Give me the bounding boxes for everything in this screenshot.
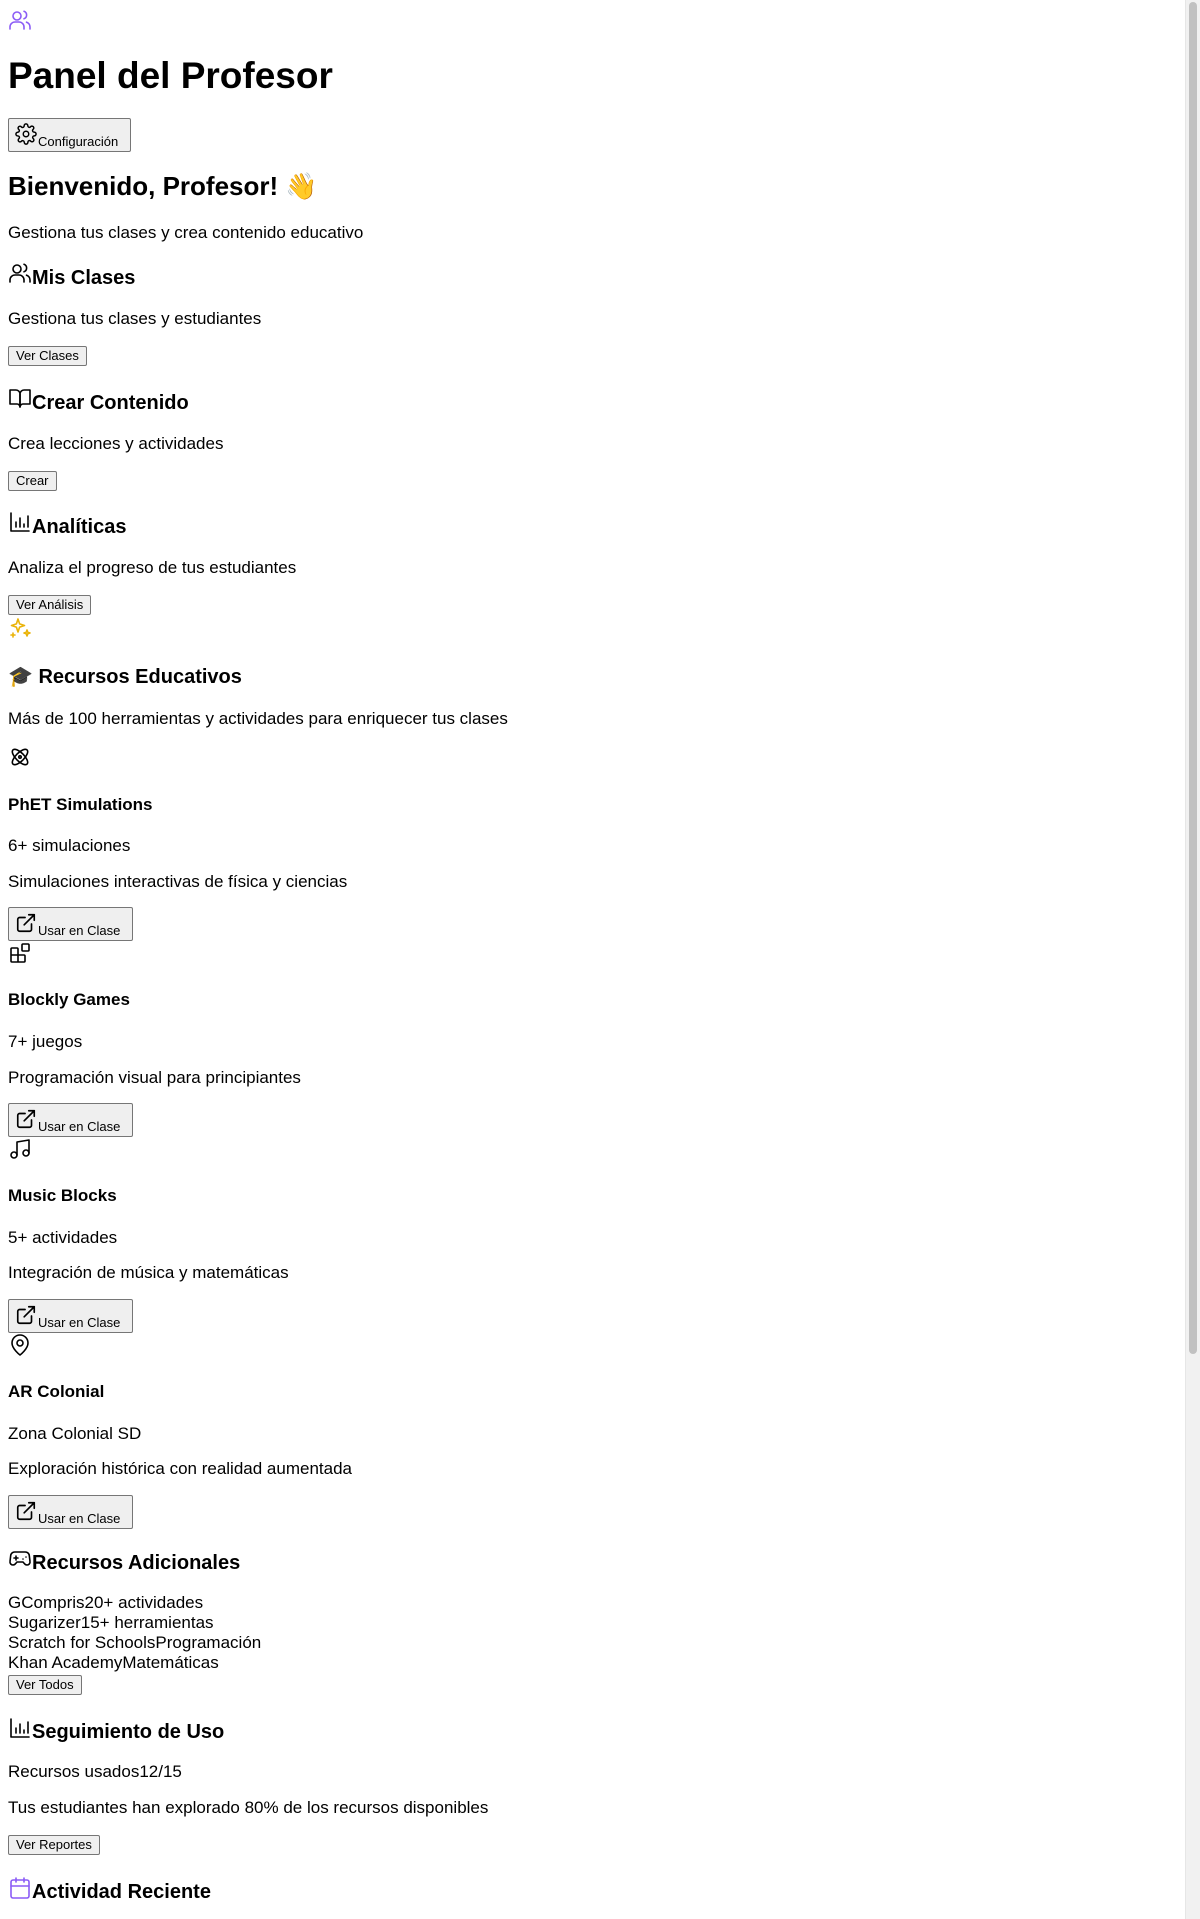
card-title-analytics: Analíticas xyxy=(32,516,127,538)
usage-label: Recursos usados xyxy=(8,1762,140,1781)
card-description-content: Crea lecciones y actividades xyxy=(8,434,224,453)
additional-detail: 15+ herramientas xyxy=(80,1613,214,1632)
list-item: Sugarizer15+ herramientas xyxy=(8,1613,261,1633)
external-link-icon xyxy=(15,1304,37,1326)
resources-subtitle: Más de 100 herramientas y actividades pa… xyxy=(8,709,508,728)
create-button[interactable]: Crear xyxy=(8,471,57,491)
scrollbar-thumb[interactable] xyxy=(1189,2,1197,1354)
additional-detail: 20+ actividades xyxy=(84,1593,204,1612)
card-title-content: Crear Contenido xyxy=(32,392,189,414)
calendar-icon xyxy=(8,1876,32,1900)
external-link-icon xyxy=(15,1500,37,1522)
additional-name: GCompris xyxy=(8,1593,85,1612)
recent-title: Actividad Reciente xyxy=(32,1881,211,1903)
use-in-class-button-music[interactable]: Usar en Clase xyxy=(8,1299,133,1333)
book-open-icon xyxy=(8,386,32,410)
settings-button[interactable]: Configuración xyxy=(8,118,131,152)
map-pin-icon xyxy=(8,1333,32,1357)
view-classes-button[interactable]: Ver Clases xyxy=(8,346,87,366)
card-title-classes: Mis Clases xyxy=(32,267,136,289)
use-in-class-button-phet[interactable]: Usar en Clase xyxy=(8,907,133,941)
view-reports-button[interactable]: Ver Reportes xyxy=(8,1835,100,1855)
users-icon xyxy=(8,8,32,32)
additional-title: Recursos Adicionales xyxy=(32,1552,241,1574)
usage-row: Recursos usados12/15 xyxy=(8,1762,182,1782)
music-icon xyxy=(8,1137,32,1161)
bar-chart-icon xyxy=(8,510,32,534)
vertical-scrollbar[interactable] xyxy=(1185,0,1200,1919)
usage-value: 12/15 xyxy=(139,1762,182,1781)
resource-description-blockly: Programación visual para principiantes xyxy=(8,1068,301,1087)
use-in-class-label: Usar en Clase xyxy=(38,1119,121,1134)
welcome-subtitle: Gestiona tus clases y crea contenido edu… xyxy=(8,223,364,242)
use-in-class-label: Usar en Clase xyxy=(38,923,121,938)
resource-count-phet: 6+ simulaciones xyxy=(8,836,131,855)
view-all-button[interactable]: Ver Todos xyxy=(8,1675,82,1695)
users-icon xyxy=(8,261,32,285)
use-in-class-button-blockly[interactable]: Usar en Clase xyxy=(8,1103,133,1137)
usage-title: Seguimiento de Uso xyxy=(32,1721,225,1743)
resource-description-phet: Simulaciones interactivas de física y ci… xyxy=(8,872,348,891)
bar-chart-icon xyxy=(8,1716,32,1740)
usage-note: Tus estudiantes han explorado 80% de los… xyxy=(8,1798,489,1817)
resource-count-blockly: 7+ juegos xyxy=(8,1032,83,1051)
external-link-icon xyxy=(15,912,37,934)
additional-name: Scratch for Schools xyxy=(8,1633,156,1652)
additional-detail: Programación xyxy=(155,1633,262,1652)
additional-name: Sugarizer xyxy=(8,1613,81,1632)
additional-detail: Matemáticas xyxy=(122,1653,219,1672)
additional-name: Khan Academy xyxy=(8,1653,123,1672)
resources-title: 🎓 Recursos Educativos xyxy=(8,666,242,688)
list-item: Khan AcademyMatemáticas xyxy=(8,1653,261,1673)
list-item: Scratch for SchoolsProgramación xyxy=(8,1633,261,1653)
resource-name-blockly: Blockly Games xyxy=(8,990,130,1009)
sparkles-icon xyxy=(8,616,32,640)
page-title: Panel del Profesor xyxy=(8,55,333,96)
additional-list: GCompris20+ actividades Sugarizer15+ her… xyxy=(8,1593,261,1673)
gear-icon xyxy=(15,123,37,145)
use-in-class-label: Usar en Clase xyxy=(38,1511,121,1526)
atom-icon xyxy=(8,745,32,769)
view-analysis-button[interactable]: Ver Análisis xyxy=(8,595,92,615)
external-link-icon xyxy=(15,1108,37,1130)
resource-name-phet: PhET Simulations xyxy=(8,795,153,814)
resource-description-music: Integración de música y matemáticas xyxy=(8,1263,289,1282)
resource-count-music: 5+ actividades xyxy=(8,1228,118,1247)
use-in-class-label: Usar en Clase xyxy=(38,1315,121,1330)
resource-name-music: Music Blocks xyxy=(8,1186,117,1205)
resource-count-ar-colonial: Zona Colonial SD xyxy=(8,1424,142,1443)
card-description-analytics: Analiza el progreso de tus estudiantes xyxy=(8,558,297,577)
gamepad-icon xyxy=(8,1547,32,1571)
resource-description-ar-colonial: Exploración histórica con realidad aumen… xyxy=(8,1459,352,1478)
card-description-classes: Gestiona tus clases y estudiantes xyxy=(8,309,262,328)
welcome-title: Bienvenido, Profesor! 👋 xyxy=(8,171,318,201)
settings-button-label: Configuración xyxy=(38,134,119,149)
list-item: GCompris20+ actividades xyxy=(8,1593,261,1613)
blocks-icon xyxy=(8,941,32,965)
resource-name-ar-colonial: AR Colonial xyxy=(8,1382,105,1401)
use-in-class-button-ar-colonial[interactable]: Usar en Clase xyxy=(8,1495,133,1529)
